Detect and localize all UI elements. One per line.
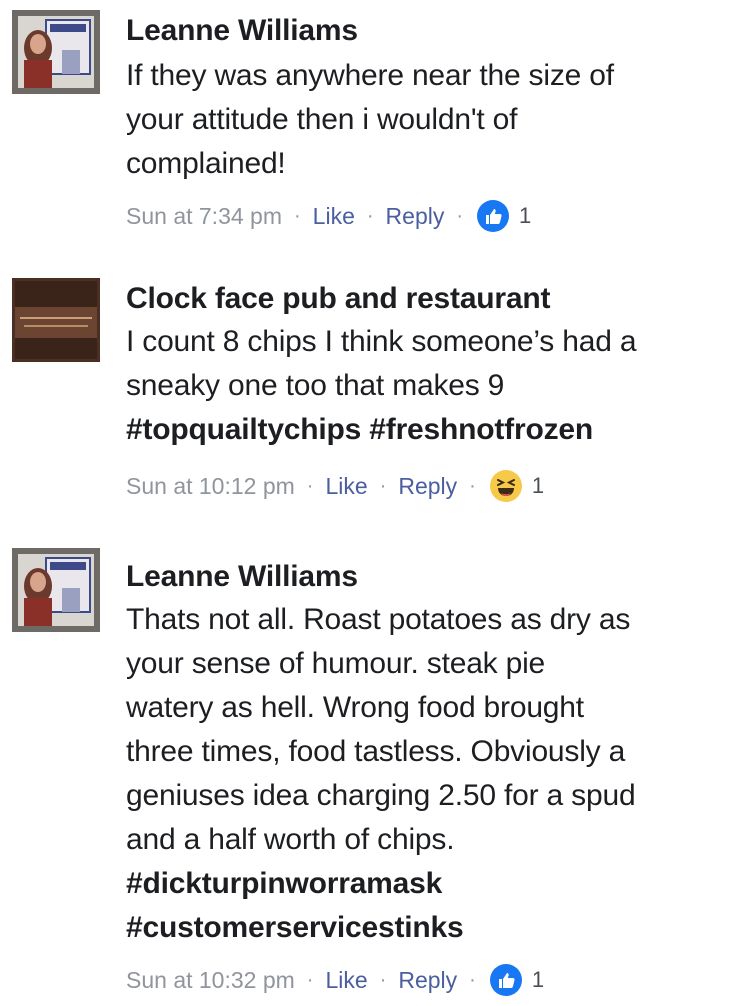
avatar[interactable]: [12, 10, 100, 94]
comment-text: Thats not all. Roast potatoes as dry as …: [126, 598, 727, 950]
comment-meta: Sun at 10:32 pm · Like · Reply · 1: [126, 960, 544, 1000]
separator-dot: ·: [379, 474, 387, 497]
comment-line: and a half worth of chips.: [126, 823, 455, 856]
comment-timestamp[interactable]: Sun at 7:34 pm: [126, 203, 282, 230]
separator-dot: ·: [379, 968, 387, 991]
comment-meta: Sun at 7:34 pm · Like · Reply · 1: [126, 196, 531, 236]
hashtag-link[interactable]: #customerservicestinks: [126, 906, 727, 950]
comment-line: sneaky one too that makes 9: [126, 369, 505, 402]
hashtag-link[interactable]: #topquailtychips #freshnotfrozen: [126, 408, 727, 452]
avatar[interactable]: [12, 548, 100, 632]
comment-line: three times, food tastless. Obviously a: [126, 735, 626, 768]
reaction-count[interactable]: 1: [532, 967, 544, 993]
like-icon[interactable]: [489, 964, 522, 996]
comment-timestamp[interactable]: Sun at 10:12 pm: [126, 473, 295, 500]
comment-line: geniuses idea charging 2.50 for a spud: [126, 779, 636, 812]
avatar[interactable]: [12, 278, 100, 362]
comment-author[interactable]: Clock face pub and restaurant: [126, 280, 727, 318]
separator-dot: ·: [306, 474, 314, 497]
reply-link[interactable]: Reply: [386, 203, 445, 230]
comment-text: If they was anywhere near the size of yo…: [126, 54, 727, 186]
like-link[interactable]: Like: [313, 203, 355, 230]
comment-meta: Sun at 10:12 pm · Like · Reply · 1: [126, 466, 544, 506]
separator-dot: ·: [469, 474, 476, 497]
comment-line: watery as hell. Wrong food brought: [126, 691, 584, 724]
comment-line: complained!: [126, 147, 286, 180]
separator-dot: ·: [469, 968, 476, 991]
hashtag-link[interactable]: #dickturpinworramask: [126, 862, 727, 906]
separator-dot: ·: [456, 204, 464, 227]
comment-text: I count 8 chips I think someone’s had a …: [126, 320, 727, 452]
comment-author[interactable]: Leanne Williams: [126, 12, 727, 50]
comment-line: Thats not all. Roast potatoes as dry as: [126, 603, 631, 636]
comment-author[interactable]: Leanne Williams: [126, 558, 727, 596]
separator-dot: ·: [294, 204, 301, 227]
reaction-count[interactable]: 1: [532, 473, 544, 499]
reaction-count[interactable]: 1: [519, 203, 531, 229]
like-link[interactable]: Like: [325, 967, 367, 994]
like-icon[interactable]: [477, 200, 510, 232]
haha-icon[interactable]: [489, 470, 522, 502]
comment-timestamp[interactable]: Sun at 10:32 pm: [126, 967, 295, 994]
comment-line: your attitude then i wouldn't of: [126, 103, 518, 136]
separator-dot: ·: [306, 968, 314, 991]
comment-line: your sense of humour. steak pie: [126, 647, 546, 680]
reply-link[interactable]: Reply: [398, 473, 457, 500]
reply-link[interactable]: Reply: [398, 967, 457, 994]
like-link[interactable]: Like: [325, 473, 367, 500]
separator-dot: ·: [366, 204, 374, 227]
comment-line: I count 8 chips I think someone’s had a: [126, 325, 637, 358]
comment-line: If they was anywhere near the size of: [126, 59, 614, 92]
